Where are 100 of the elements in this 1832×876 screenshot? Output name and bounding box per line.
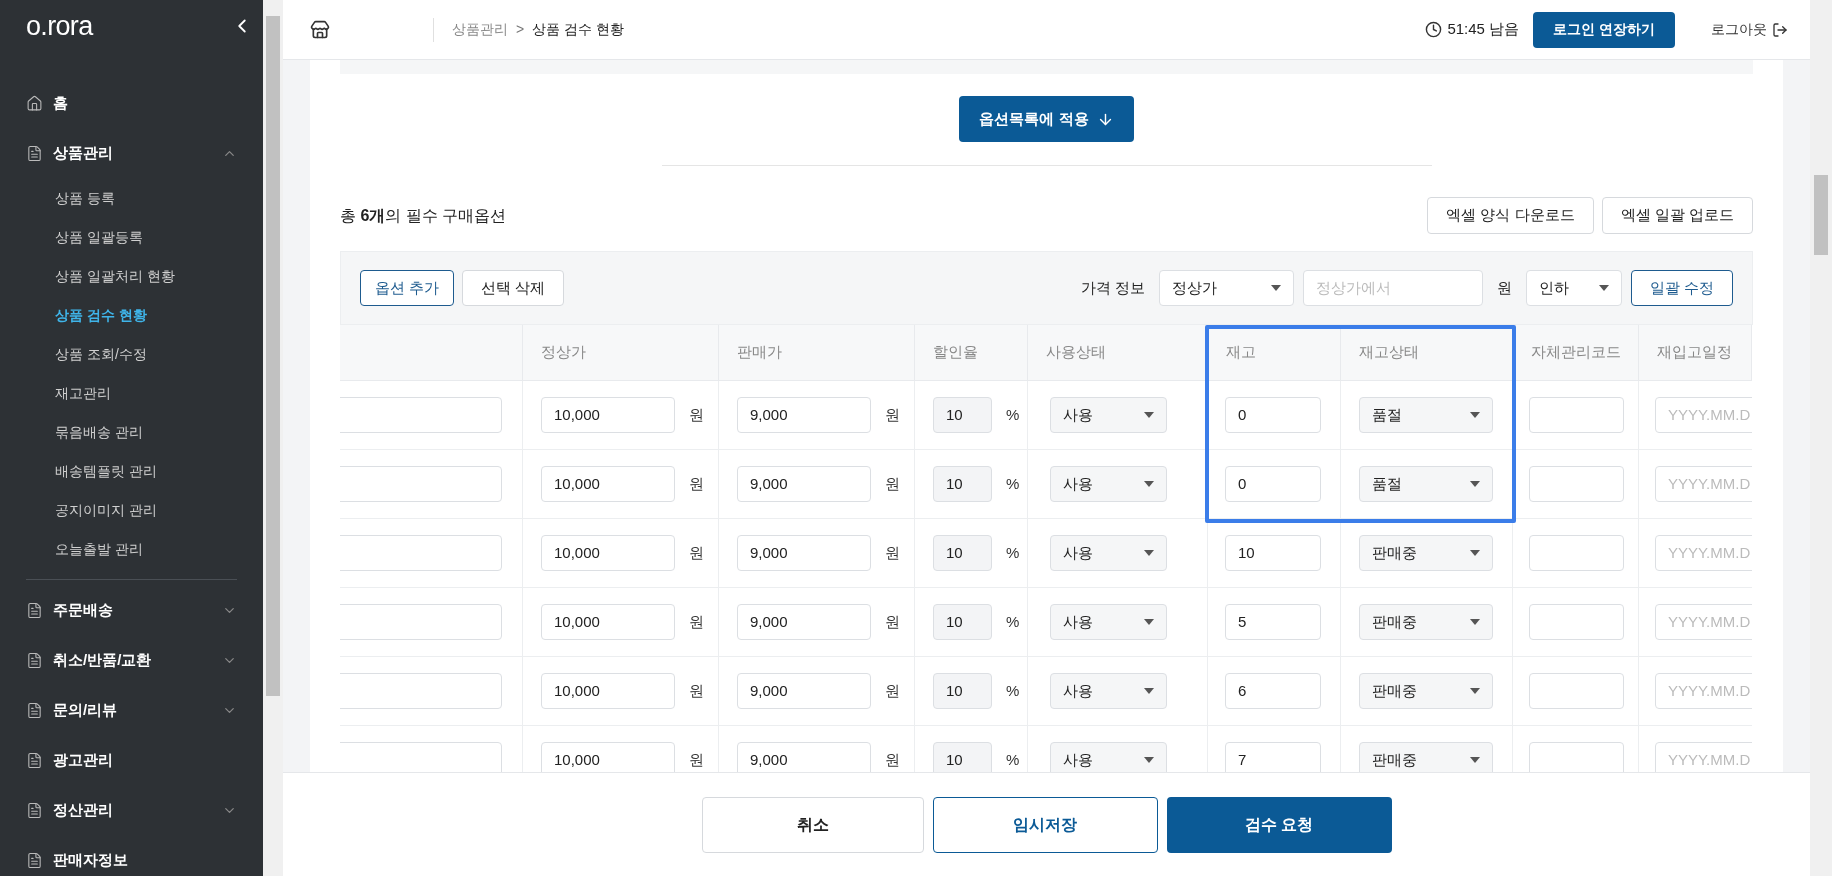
management-code-input[interactable] — [1529, 742, 1624, 772]
submenu-item[interactable]: 묶음배송 관리 — [0, 412, 263, 452]
page-scrollbar[interactable] — [1810, 0, 1832, 876]
sidebar-menu-item[interactable]: 광고관리 — [53, 749, 113, 772]
use-status-select[interactable]: 사용 — [1050, 397, 1167, 433]
unit-label: % — [1006, 542, 1020, 563]
submenu-item[interactable]: 공지이미지 관리 — [0, 490, 263, 530]
sidebar-menu-item[interactable]: 상품관리 — [53, 142, 113, 165]
stock-status-select[interactable]: 판매중 — [1359, 673, 1493, 709]
table-header-cell: 사용상태 — [1028, 325, 1208, 381]
submenu-item[interactable]: 상품 조회/수정 — [0, 334, 263, 374]
option-name-input[interactable] — [340, 535, 502, 571]
regular-price-input[interactable]: 10,000 — [541, 535, 675, 571]
stock-input[interactable]: 0 — [1225, 466, 1321, 502]
sale-price-input[interactable]: 9,000 — [737, 742, 871, 772]
regular-price-input[interactable]: 10,000 — [541, 466, 675, 502]
unit-label: % — [1006, 680, 1020, 701]
submenu-item[interactable]: 상품 등록 — [0, 178, 263, 218]
sale-price-input[interactable]: 9,000 — [737, 535, 871, 571]
stock-status-select[interactable]: 판매중 — [1359, 604, 1493, 640]
unit-label: 원 — [885, 404, 900, 425]
stock-status-select[interactable]: 판매중 — [1359, 535, 1493, 571]
document-icon — [26, 602, 43, 619]
document-icon — [26, 652, 43, 669]
discount-rate-input[interactable]: 10 — [933, 466, 992, 502]
logo: o.rora — [26, 10, 93, 43]
bulk-edit-button[interactable]: 일괄 수정 — [1630, 270, 1733, 306]
use-status-select[interactable]: 사용 — [1050, 742, 1167, 772]
price-type-select[interactable]: 정상가 — [1158, 270, 1294, 306]
regular-price-input[interactable]: 10,000 — [541, 604, 675, 640]
add-option-button[interactable]: 옵션 추가 — [360, 270, 455, 306]
management-code-input[interactable] — [1529, 466, 1624, 502]
management-code-input[interactable] — [1529, 535, 1624, 571]
sale-price-input[interactable]: 9,000 — [737, 397, 871, 433]
document-icon — [26, 802, 43, 819]
sidebar-menu-item[interactable]: 판매자정보 — [53, 849, 128, 872]
stock-status-select[interactable]: 품절 — [1359, 466, 1493, 502]
extend-login-button[interactable]: 로그인 연장하기 — [1533, 11, 1675, 48]
table-header-cell: 정상가 — [523, 325, 719, 381]
request-review-button[interactable]: 검수 요청 — [1166, 796, 1392, 853]
store-icon[interactable] — [310, 19, 330, 40]
cancel-button[interactable]: 취소 — [701, 796, 924, 853]
unit-label: 원 — [689, 473, 704, 494]
stock-status-select[interactable]: 품절 — [1359, 397, 1493, 433]
stock-input[interactable]: 7 — [1225, 742, 1321, 772]
sale-price-input[interactable]: 9,000 — [737, 673, 871, 709]
sidebar-menu-item[interactable]: 문의/리뷰 — [53, 699, 118, 722]
apply-to-options-button[interactable]: 옵션목록에 적용 — [959, 96, 1134, 142]
option-name-input[interactable] — [340, 742, 502, 772]
regular-price-input[interactable]: 10,000 — [541, 742, 675, 772]
sidebar-menu-item[interactable]: 취소/반품/교환 — [53, 649, 152, 672]
management-code-input[interactable] — [1529, 604, 1624, 640]
sidebar-menu-item[interactable]: 주문배송 — [53, 599, 113, 622]
discount-rate-input[interactable]: 10 — [933, 604, 992, 640]
option-name-input[interactable] — [340, 604, 502, 640]
option-name-input[interactable] — [340, 397, 502, 433]
excel-button[interactable]: 엑셀 양식 다운로드 — [1427, 197, 1594, 234]
breadcrumb-item[interactable]: 상품관리 — [452, 19, 508, 40]
option-name-input[interactable] — [340, 673, 502, 709]
use-status-select[interactable]: 사용 — [1050, 535, 1167, 571]
submenu-item[interactable]: 상품 검수 현황 — [0, 295, 263, 335]
sale-price-input[interactable]: 9,000 — [737, 604, 871, 640]
use-status-select[interactable]: 사용 — [1050, 673, 1167, 709]
breadcrumb-separator: > — [516, 20, 525, 39]
temporary-save-button[interactable]: 임시저장 — [932, 796, 1158, 853]
submenu-item[interactable]: 오늘출발 관리 — [0, 529, 263, 569]
regular-price-input[interactable]: 10,000 — [541, 673, 675, 709]
management-code-input[interactable] — [1529, 397, 1624, 433]
excel-button[interactable]: 엑셀 일괄 업로드 — [1601, 197, 1753, 234]
stock-input[interactable]: 10 — [1225, 535, 1321, 571]
home-icon — [26, 95, 43, 112]
delete-selected-button[interactable]: 선택 삭제 — [462, 270, 565, 306]
sidebar-menu-item[interactable]: 홈 — [53, 92, 68, 115]
use-status-select[interactable]: 사용 — [1050, 604, 1167, 640]
discount-rate-input[interactable]: 10 — [933, 535, 992, 571]
unit-label: % — [1006, 404, 1020, 425]
sidebar-menu-item[interactable]: 정산관리 — [53, 799, 113, 822]
option-name-input[interactable] — [340, 466, 502, 502]
stock-input[interactable]: 6 — [1225, 673, 1321, 709]
stock-input[interactable]: 5 — [1225, 604, 1321, 640]
sale-price-input[interactable]: 9,000 — [737, 466, 871, 502]
use-status-select[interactable]: 사용 — [1050, 466, 1167, 502]
clock-icon — [1425, 21, 1443, 38]
unit-label: % — [1006, 749, 1020, 770]
regular-price-input[interactable]: 10,000 — [541, 397, 675, 433]
discount-rate-input[interactable]: 10 — [933, 742, 992, 772]
sidebar-scrollbar[interactable] — [263, 0, 283, 876]
discount-rate-input[interactable]: 10 — [933, 397, 992, 433]
submenu-item[interactable]: 재고관리 — [0, 373, 263, 413]
discount-rate-input[interactable]: 10 — [933, 673, 992, 709]
submenu-item[interactable]: 상품 일괄처리 현황 — [0, 256, 263, 296]
stock-input[interactable]: 0 — [1225, 397, 1321, 433]
submenu-item[interactable]: 상품 일괄등록 — [0, 217, 263, 257]
stock-status-select[interactable]: 판매중 — [1359, 742, 1493, 772]
document-icon — [26, 852, 43, 869]
caret-icon — [1144, 550, 1154, 556]
logout-link[interactable]: 로그아웃 — [1711, 19, 1788, 40]
management-code-input[interactable] — [1529, 673, 1624, 709]
direction-select[interactable]: 인하 — [1525, 270, 1622, 306]
submenu-item[interactable]: 배송템플릿 관리 — [0, 451, 263, 491]
